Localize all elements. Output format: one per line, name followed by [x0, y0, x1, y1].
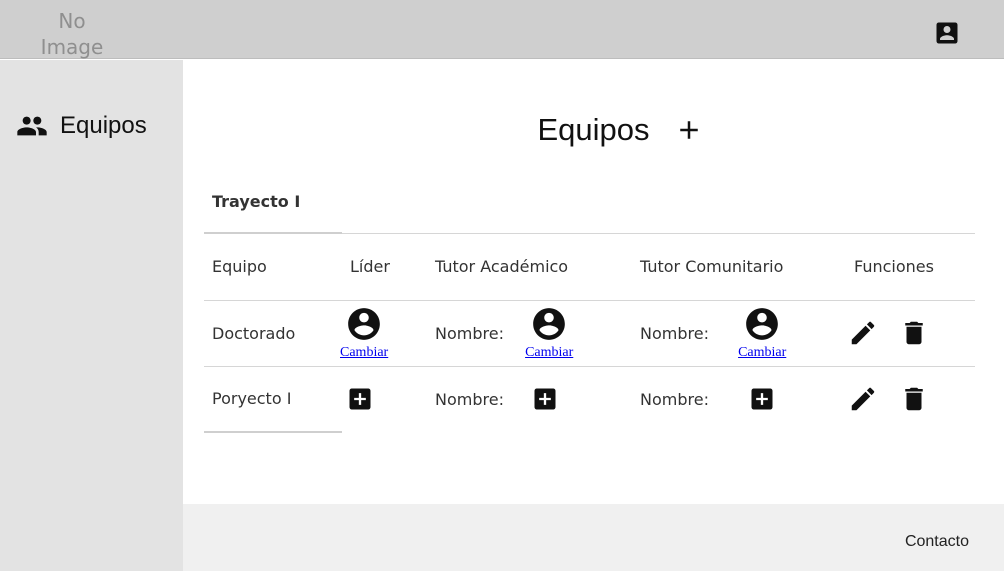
column-header-funciones: Funciones — [854, 257, 934, 277]
table-header-row: Equipo Líder Tutor Académico Tutor Comun… — [204, 234, 975, 300]
leader-cell — [342, 366, 427, 432]
name-label: Nombre: — [435, 389, 504, 409]
table-row: Poryecto I Nombre: Nombre: — [204, 366, 975, 433]
team-name: Doctorado — [212, 323, 296, 343]
leader-cell: Cambiar — [340, 300, 427, 366]
tutor-comunitario-person: Cambiar — [738, 305, 786, 361]
tab-bar: Trayecto I — [204, 178, 975, 234]
add-box-icon[interactable] — [531, 385, 559, 413]
sidebar-item-label: Equipos — [60, 112, 147, 139]
delete-icon[interactable] — [899, 384, 929, 414]
name-label: Nombre: — [640, 389, 709, 409]
tutor-academico-cell: Nombre: — [427, 366, 632, 432]
column-header-tutor-academico: Tutor Académico — [435, 257, 569, 277]
team-name: Poryecto I — [204, 366, 342, 433]
account-circle-icon[interactable] — [743, 305, 781, 343]
table-row: Doctorado Cambiar Nombre: Cambiar Nombre… — [204, 300, 975, 366]
edit-icon[interactable] — [848, 318, 878, 348]
column-header-lider: Líder — [350, 257, 390, 277]
teams-table: Equipo Líder Tutor Académico Tutor Comun… — [204, 234, 975, 433]
tab-trayecto-i[interactable]: Trayecto I — [204, 178, 342, 234]
tutor-academico-person: Cambiar — [525, 305, 573, 361]
edit-icon[interactable] — [848, 384, 878, 414]
footer: Contacto — [183, 504, 1004, 571]
functions-cell — [846, 366, 975, 432]
name-label: Nombre: — [435, 323, 504, 343]
column-header-equipo: Equipo — [212, 257, 267, 277]
name-label: Nombre: — [640, 323, 709, 343]
contact-link[interactable]: Contacto — [905, 533, 969, 551]
change-tutor-academico-link[interactable]: Cambiar — [525, 345, 573, 361]
logo-placeholder: No Image — [40, 9, 104, 59]
add-team-button[interactable] — [674, 115, 704, 145]
title-row: Equipos — [183, 112, 1004, 148]
tutor-comunitario-cell: Nombre: Cambiar — [632, 300, 846, 366]
leader-person: Cambiar — [340, 305, 388, 361]
account-circle-icon[interactable] — [345, 305, 383, 343]
change-leader-link[interactable]: Cambiar — [340, 345, 388, 361]
add-box-icon[interactable] — [346, 385, 374, 413]
column-header-tutor-comunitario: Tutor Comunitario — [640, 257, 784, 277]
sidebar: Equipos — [0, 60, 183, 571]
functions-cell — [846, 300, 975, 366]
account-circle-icon[interactable] — [530, 305, 568, 343]
change-tutor-comunitario-link[interactable]: Cambiar — [738, 345, 786, 361]
add-box-icon[interactable] — [748, 385, 776, 413]
top-bar: No Image — [0, 0, 1004, 59]
main-content: Equipos Trayecto I Equipo Líder Tutor Ac… — [183, 60, 1004, 504]
group-icon — [17, 116, 47, 136]
sidebar-item-equipos[interactable]: Equipos — [16, 110, 147, 142]
page-title: Equipos — [537, 112, 650, 147]
tutor-comunitario-cell: Nombre: — [632, 366, 846, 432]
tutor-academico-cell: Nombre: Cambiar — [427, 300, 632, 366]
account-box-icon[interactable] — [933, 19, 961, 47]
delete-icon[interactable] — [899, 318, 929, 348]
